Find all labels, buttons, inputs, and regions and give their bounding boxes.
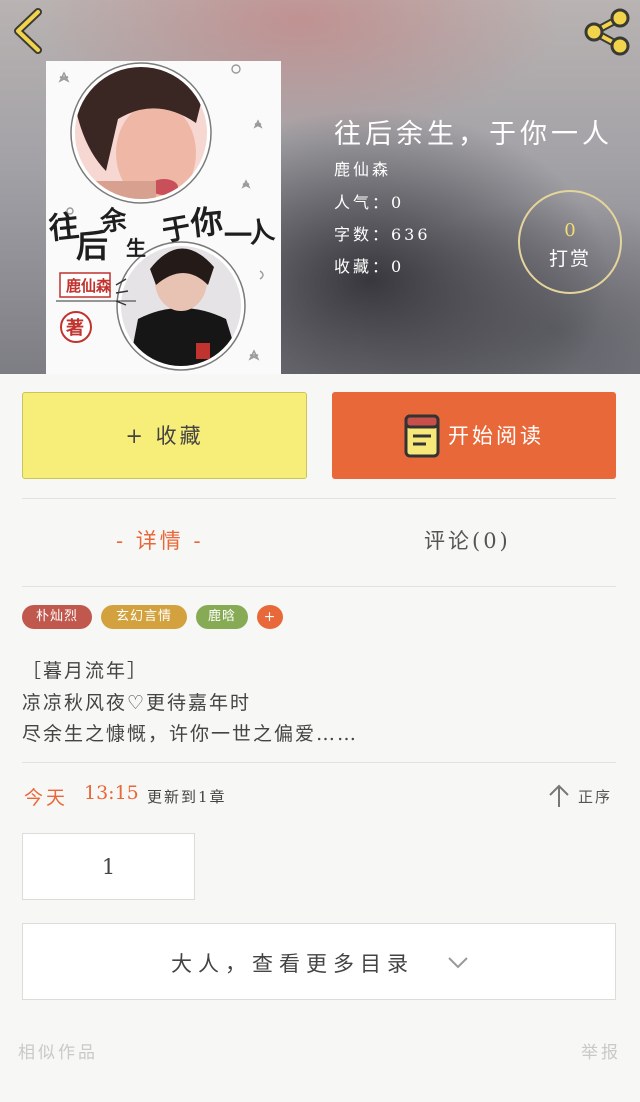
divider bbox=[22, 586, 616, 587]
share-button[interactable] bbox=[582, 8, 632, 56]
more-catalog-label: 大人，查看更多目录 bbox=[171, 952, 414, 976]
description-line: 尽余生之慷慨，许你一世之偏爱…… bbox=[22, 723, 359, 745]
tag-item[interactable]: 玄幻言情 bbox=[101, 605, 187, 629]
cover-seal: 著 bbox=[65, 317, 84, 339]
update-time: 13:15 bbox=[84, 782, 139, 804]
book-icon bbox=[404, 414, 440, 458]
book-title: 往后余生，于你一人 bbox=[334, 119, 613, 150]
more-catalog-button[interactable]: 大人，查看更多目录 bbox=[22, 923, 616, 1000]
book-word-count: 字数：636 bbox=[334, 225, 431, 244]
report-link[interactable]: 举报 bbox=[581, 1038, 621, 1063]
add-tag-button[interactable]: + bbox=[257, 605, 283, 629]
collect-button[interactable]: + 收藏 bbox=[22, 392, 307, 479]
book-popularity: 人气：0 bbox=[334, 193, 405, 212]
chevron-down-icon bbox=[448, 957, 468, 969]
svg-text:生: 生 bbox=[126, 236, 146, 260]
share-icon bbox=[584, 8, 630, 56]
update-day: 今天 bbox=[24, 787, 69, 809]
cover-illustration: 往 后 余 生 于 你 一 人 鹿仙森 著 bbox=[47, 62, 277, 371]
book-header: 往 后 余 生 于 你 一 人 鹿仙森 著 往后余生，于你一人 鹿仙森 人气：0… bbox=[0, 0, 640, 374]
tip-count: 0 bbox=[564, 220, 576, 241]
description-line: 凉凉秋风夜♡更待嘉年时 bbox=[22, 692, 252, 714]
tab-detail[interactable]: - 详情 - bbox=[116, 525, 204, 555]
sort-order-button[interactable]: 正序 bbox=[548, 783, 618, 811]
svg-text:于: 于 bbox=[159, 211, 192, 248]
start-reading-button[interactable]: 开始阅读 bbox=[332, 392, 616, 479]
tip-button[interactable]: 0 打赏 bbox=[518, 190, 622, 294]
cover-author-badge: 鹿仙森 bbox=[66, 277, 112, 295]
book-author[interactable]: 鹿仙森 bbox=[334, 156, 391, 180]
back-chevron-icon bbox=[14, 8, 42, 54]
sort-order-label: 正序 bbox=[578, 788, 613, 806]
book-favorites: 收藏：0 bbox=[334, 257, 405, 276]
arrow-up-icon bbox=[549, 784, 569, 807]
book-cover[interactable]: 往 后 余 生 于 你 一 人 鹿仙森 著 bbox=[46, 61, 281, 374]
svg-text:余: 余 bbox=[98, 203, 130, 238]
tab-comment[interactable]: 评论(0) bbox=[424, 525, 511, 555]
tag-item[interactable]: 朴灿烈 bbox=[22, 605, 92, 629]
divider bbox=[22, 498, 616, 499]
chapter-item[interactable]: 1 bbox=[22, 833, 195, 900]
svg-text:人: 人 bbox=[245, 215, 277, 250]
tip-label: 打赏 bbox=[548, 248, 591, 270]
svg-text:你: 你 bbox=[188, 202, 225, 243]
update-text: 更新到1章 bbox=[147, 788, 227, 806]
description-line: ［暮月流年］ bbox=[22, 660, 149, 682]
start-reading-label: 开始阅读 bbox=[448, 424, 544, 448]
divider bbox=[22, 762, 616, 763]
back-button[interactable] bbox=[10, 8, 50, 54]
similar-works-link[interactable]: 相似作品 bbox=[18, 1038, 98, 1063]
tag-item[interactable]: 鹿晗 bbox=[196, 605, 248, 629]
